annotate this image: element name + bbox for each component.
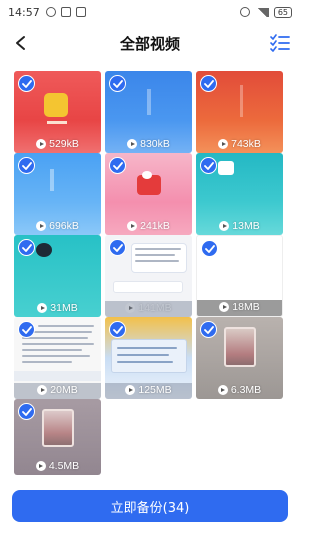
footer: 立即备份(34) [0, 480, 300, 533]
video-thumbnail [218, 161, 234, 175]
video-tile[interactable]: 4.5MB [14, 399, 101, 475]
video-size-label: 13MB [196, 220, 283, 232]
selected-check-icon[interactable] [109, 321, 126, 338]
video-size-label: 20MB [14, 384, 101, 396]
selected-check-icon[interactable] [200, 157, 217, 174]
selected-check-icon[interactable] [18, 321, 35, 338]
video-tile[interactable]: 241kB [105, 153, 192, 235]
video-size-label: 125MB [105, 384, 192, 396]
video-thumbnail [111, 339, 187, 373]
video-tile[interactable]: 529kB [14, 71, 101, 153]
video-size-label: 743kB [196, 138, 283, 150]
video-thumbnail [44, 93, 68, 117]
status-notification-icons [45, 7, 86, 17]
thumbnail-detail [113, 281, 183, 293]
video-tile[interactable]: 830kB [105, 71, 192, 153]
video-size-label: 4.5MB [14, 460, 101, 472]
back-button[interactable] [8, 30, 34, 56]
selected-check-icon[interactable] [18, 157, 35, 174]
video-thumbnail [42, 409, 74, 447]
video-thumbnail [240, 85, 243, 117]
selected-check-icon[interactable] [109, 75, 126, 92]
play-icon [218, 139, 229, 149]
play-icon [219, 221, 230, 231]
video-tile[interactable]: 18MB [196, 235, 283, 317]
selected-check-icon[interactable] [18, 239, 35, 256]
selected-check-icon[interactable] [201, 240, 218, 257]
play-icon [36, 139, 47, 149]
alarm-icon [239, 7, 250, 17]
video-size-label: 18MB [197, 301, 282, 313]
thumbnail-detail [142, 171, 152, 179]
selected-check-icon[interactable] [109, 239, 126, 256]
video-tile[interactable]: 6.3MB [196, 317, 283, 399]
video-size-label: 241kB [105, 220, 192, 232]
play-icon [125, 385, 136, 395]
thumbnail-detail [14, 371, 101, 381]
video-size-label: 830kB [105, 138, 192, 150]
signal-icon [254, 7, 269, 17]
video-tile[interactable]: 696kB [14, 153, 101, 235]
video-tile[interactable]: 13MB [196, 153, 283, 235]
play-icon [219, 302, 230, 312]
play-icon [217, 385, 228, 395]
video-thumbnail [147, 89, 151, 115]
video-tile[interactable]: 31MB [14, 235, 101, 317]
selected-check-icon[interactable] [18, 403, 35, 420]
selected-check-icon[interactable] [109, 157, 126, 174]
selected-check-icon[interactable] [200, 75, 217, 92]
video-size-label: 31MB [14, 302, 101, 314]
video-tile[interactable]: 743kB [196, 71, 283, 153]
play-icon [35, 461, 46, 471]
selected-check-icon[interactable] [200, 321, 217, 338]
play-icon [37, 303, 48, 313]
thumbnail-caption [47, 121, 67, 124]
selected-check-icon[interactable] [18, 75, 35, 92]
play-icon [37, 385, 48, 395]
shield-icon [60, 7, 71, 17]
video-size-label: 6.3MB [196, 384, 283, 396]
play-icon [127, 221, 138, 231]
video-size-label: 529kB [14, 138, 101, 150]
select-all-button[interactable] [268, 31, 292, 55]
status-system-icons: 65 [239, 6, 292, 18]
status-bar: 14:57 65 [0, 0, 300, 24]
chevron-left-icon [16, 36, 25, 50]
video-thumbnail [50, 169, 54, 191]
page-title: 全部视频 [119, 34, 180, 53]
video-size-label: 696kB [14, 220, 101, 232]
header: 全部视频 [0, 26, 300, 60]
battery-icon: 65 [273, 6, 292, 18]
play-icon [127, 139, 138, 149]
video-tile[interactable]: 125MB [105, 317, 192, 399]
video-grid: 529kB 830kB 743kB 696kB 241kB 13MB 31MB [10, 62, 292, 478]
backup-now-button[interactable]: 立即备份(34) [12, 490, 288, 522]
status-time: 14:57 [8, 5, 40, 19]
app-notification-icon [75, 7, 86, 17]
video-tile[interactable]: 141MB [105, 235, 192, 317]
checklist-icon [270, 34, 290, 52]
video-thumbnail [36, 243, 52, 257]
video-tile[interactable]: 20MB [14, 317, 101, 399]
notification-icon [45, 7, 56, 17]
play-icon [36, 221, 47, 231]
video-thumbnail [224, 327, 256, 367]
